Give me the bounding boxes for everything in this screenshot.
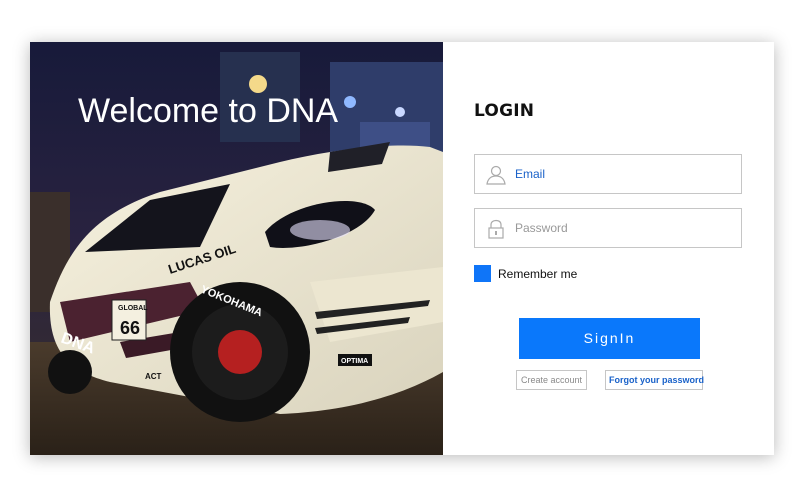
password-field[interactable] — [474, 208, 742, 248]
decal-optima: OPTIMA — [341, 358, 368, 365]
remember-me[interactable]: Remember me — [474, 265, 577, 282]
user-icon — [485, 164, 507, 186]
signin-button[interactable]: SignIn — [519, 318, 700, 359]
create-account-button[interactable]: Create account — [516, 370, 587, 390]
remember-label: Remember me — [498, 266, 578, 281]
lock-icon — [485, 218, 507, 240]
email-field[interactable] — [474, 154, 742, 194]
password-input[interactable] — [515, 209, 735, 247]
welcome-heading: Welcome to DNA — [78, 92, 339, 130]
remember-checkbox[interactable] — [474, 265, 491, 282]
decal-global: GLOBAL — [118, 305, 148, 312]
hero-photo: LUCAS OIL YOKOHAMA GLOBAL 66 DNA OPTIMA … — [30, 42, 443, 455]
login-title: LOGIN — [474, 101, 535, 121]
login-card: LUCAS OIL YOKOHAMA GLOBAL 66 DNA OPTIMA … — [30, 42, 774, 455]
email-input[interactable] — [515, 155, 735, 193]
login-panel: LOGIN Remember me — [443, 42, 774, 455]
forgot-password-button[interactable]: Forgot your password — [605, 370, 704, 390]
decal-act: ACT — [145, 372, 162, 381]
decal-number: 66 — [120, 318, 140, 338]
